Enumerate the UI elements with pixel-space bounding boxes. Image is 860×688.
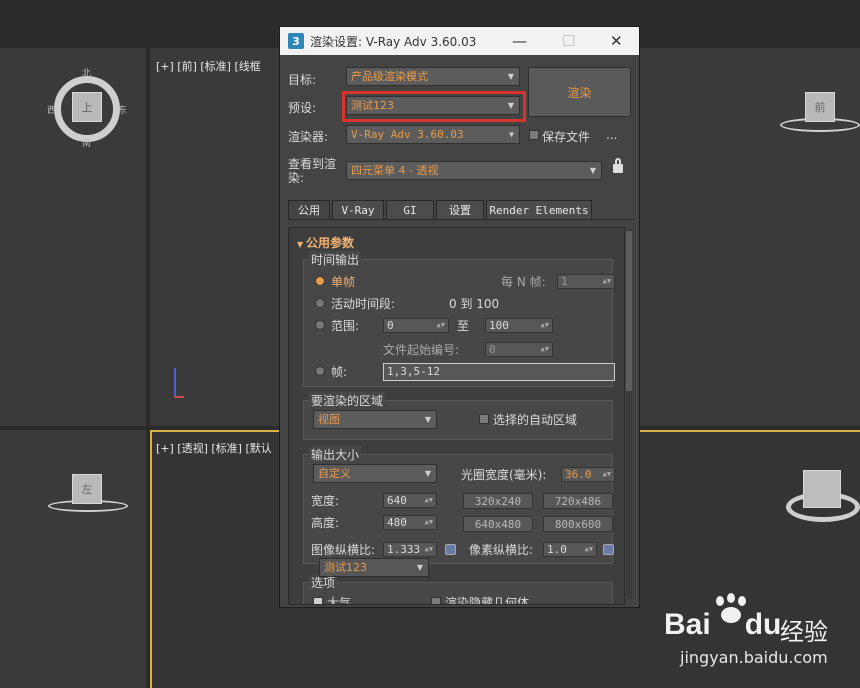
viewport-left[interactable]	[0, 430, 146, 688]
renderer-dropdown[interactable]: V-Ray Adv 3.60.03 ▼	[346, 125, 520, 144]
frames-field[interactable]: 1,3,5-12	[383, 363, 615, 381]
axis-gizmo-x	[174, 396, 184, 398]
lock-icon[interactable]	[613, 164, 623, 173]
preset-720x486-button[interactable]: 720x486	[543, 493, 613, 509]
hidden-geometry-checkbox[interactable]	[431, 597, 441, 604]
preset-label: 预设:	[288, 101, 317, 115]
time-output-title: 时间输出	[309, 251, 362, 268]
save-file-label: 保存文件	[542, 130, 591, 144]
rollout-title[interactable]: ▼ 公用参数	[297, 234, 354, 251]
hidden-geometry-label: 渲染隐藏几何体	[445, 596, 530, 605]
output-size-dropdown[interactable]: 自定义 ▼	[313, 464, 437, 483]
every-n-field[interactable]: 1 ▲▼	[557, 274, 615, 289]
renderer-label: 渲染器:	[288, 130, 329, 144]
common-parameters-panel: ▼ 公用参数 时间输出 单帧 每 N 帧: 1 ▲▼ 活动时间段: 0 到 100…	[288, 227, 625, 605]
compass-north: 北	[82, 69, 92, 79]
file-start-field[interactable]: 0 ▲▼	[485, 342, 553, 357]
preset-320x240-button[interactable]: 320x240	[463, 493, 533, 509]
height-label: 高度:	[311, 516, 340, 530]
tab-gi[interactable]: GI	[386, 200, 434, 220]
save-file-checkbox[interactable]	[529, 130, 539, 140]
active-segment-radio[interactable]	[315, 298, 325, 308]
image-aspect-lock-icon[interactable]	[445, 544, 456, 555]
render-settings-dialog: 3 渲染设置: V-Ray Adv 3.60.03 — ☐ ✕ 目标: 产品级渲…	[279, 26, 640, 608]
viewcube-perspective[interactable]	[803, 470, 841, 508]
tab-common[interactable]: 公用	[288, 200, 330, 220]
pixel-aspect-lock-icon[interactable]	[603, 544, 614, 555]
range-radio[interactable]	[315, 320, 325, 330]
perspective-viewport-label[interactable]: [+] [透视] [标准] [默认	[156, 440, 272, 456]
compass-east: 东	[118, 106, 128, 116]
pixel-aspect-field[interactable]: 1.0 ▲▼	[543, 542, 597, 557]
tab-settings[interactable]: 设置	[436, 200, 484, 220]
target-label: 目标:	[288, 73, 317, 87]
dialog-title: 渲染设置: V-Ray Adv 3.60.03	[310, 34, 477, 49]
atmosphere-checkbox[interactable]	[313, 597, 323, 604]
range-to-field[interactable]: 100 ▲▼	[485, 318, 553, 333]
single-frame-label: 单帧	[331, 275, 356, 289]
range-from-field[interactable]: 0 ▲▼	[383, 318, 449, 333]
compass-south: 南	[82, 139, 92, 149]
pixel-aspect-label: 像素纵横比:	[469, 543, 534, 557]
front-viewport-label[interactable]: [+] [前] [标准] [线框	[156, 58, 261, 74]
frames-radio[interactable]	[315, 366, 325, 376]
range-to-label: 至	[457, 319, 470, 333]
close-button[interactable]: ✕	[610, 32, 623, 50]
frames-label: 帧:	[331, 365, 348, 379]
file-start-label: 文件起始编号:	[383, 343, 460, 357]
watermark-cn: 经验	[780, 618, 828, 646]
viewcube-front[interactable]: 前	[805, 92, 835, 122]
tab-render-elements[interactable]: Render Elements	[486, 200, 592, 220]
height-field[interactable]: 480 ▲▼	[383, 515, 437, 530]
area-view-dropdown[interactable]: 视图 ▼	[313, 410, 437, 429]
width-field[interactable]: 640 ▲▼	[383, 493, 437, 508]
more-options-button[interactable]: ...	[606, 128, 617, 142]
minimize-button[interactable]: —	[512, 32, 527, 50]
preset-800x600-button[interactable]: 800x600	[543, 516, 613, 532]
tab-underline	[288, 219, 634, 220]
tab-vray[interactable]: V-Ray	[332, 200, 384, 220]
every-n-label: 每 N 帧:	[501, 275, 546, 289]
active-segment-label: 活动时间段:	[331, 297, 396, 311]
app-icon: 3	[288, 33, 304, 49]
lock-icon-shackle	[615, 158, 621, 165]
preset-popup-dropdown[interactable]: 测试123 ▼	[319, 558, 429, 577]
auto-region-label: 选择的自动区域	[493, 413, 578, 427]
compass-west: 西	[47, 106, 57, 116]
dialog-titlebar[interactable]: 3 渲染设置: V-Ray Adv 3.60.03 — ☐ ✕	[280, 27, 639, 55]
render-button[interactable]: 渲染	[528, 67, 631, 117]
aperture-label: 光圈宽度(毫米):	[461, 468, 547, 482]
single-frame-radio[interactable]	[315, 276, 325, 286]
area-to-render-title: 要渲染的区域	[309, 392, 386, 409]
viewcube-left[interactable]: 左	[72, 474, 102, 504]
watermark-url: jingyan.baidu.com	[680, 648, 828, 667]
image-aspect-field[interactable]: 1.333 ▲▼	[383, 542, 437, 557]
preset-640x480-button[interactable]: 640x480	[463, 516, 533, 532]
aperture-field[interactable]: 36.0 ▲▼	[561, 467, 615, 482]
view-to-render-label: 查看到渲染:	[288, 157, 337, 185]
view-to-render-dropdown[interactable]: 四元菜单 4 - 透视 ▼	[346, 161, 602, 180]
range-label: 范围:	[331, 319, 360, 333]
output-size-title: 输出大小	[309, 446, 362, 463]
active-segment-range: 0 到 100	[449, 297, 500, 311]
image-aspect-label: 图像纵横比:	[311, 543, 376, 557]
viewcube-top[interactable]: 上	[72, 92, 102, 122]
maximize-button[interactable]: ☐	[562, 32, 575, 50]
target-dropdown[interactable]: 产品级渲染模式 ▼	[346, 67, 520, 86]
preset-dropdown[interactable]: 测试123 ▼	[346, 96, 520, 115]
atmosphere-label: 大气	[327, 596, 352, 605]
width-label: 宽度:	[311, 494, 340, 508]
axis-gizmo	[174, 368, 176, 396]
auto-region-checkbox[interactable]	[479, 414, 489, 424]
watermark-brand: Bai du	[664, 608, 782, 641]
scrollbar-thumb[interactable]	[626, 231, 632, 391]
